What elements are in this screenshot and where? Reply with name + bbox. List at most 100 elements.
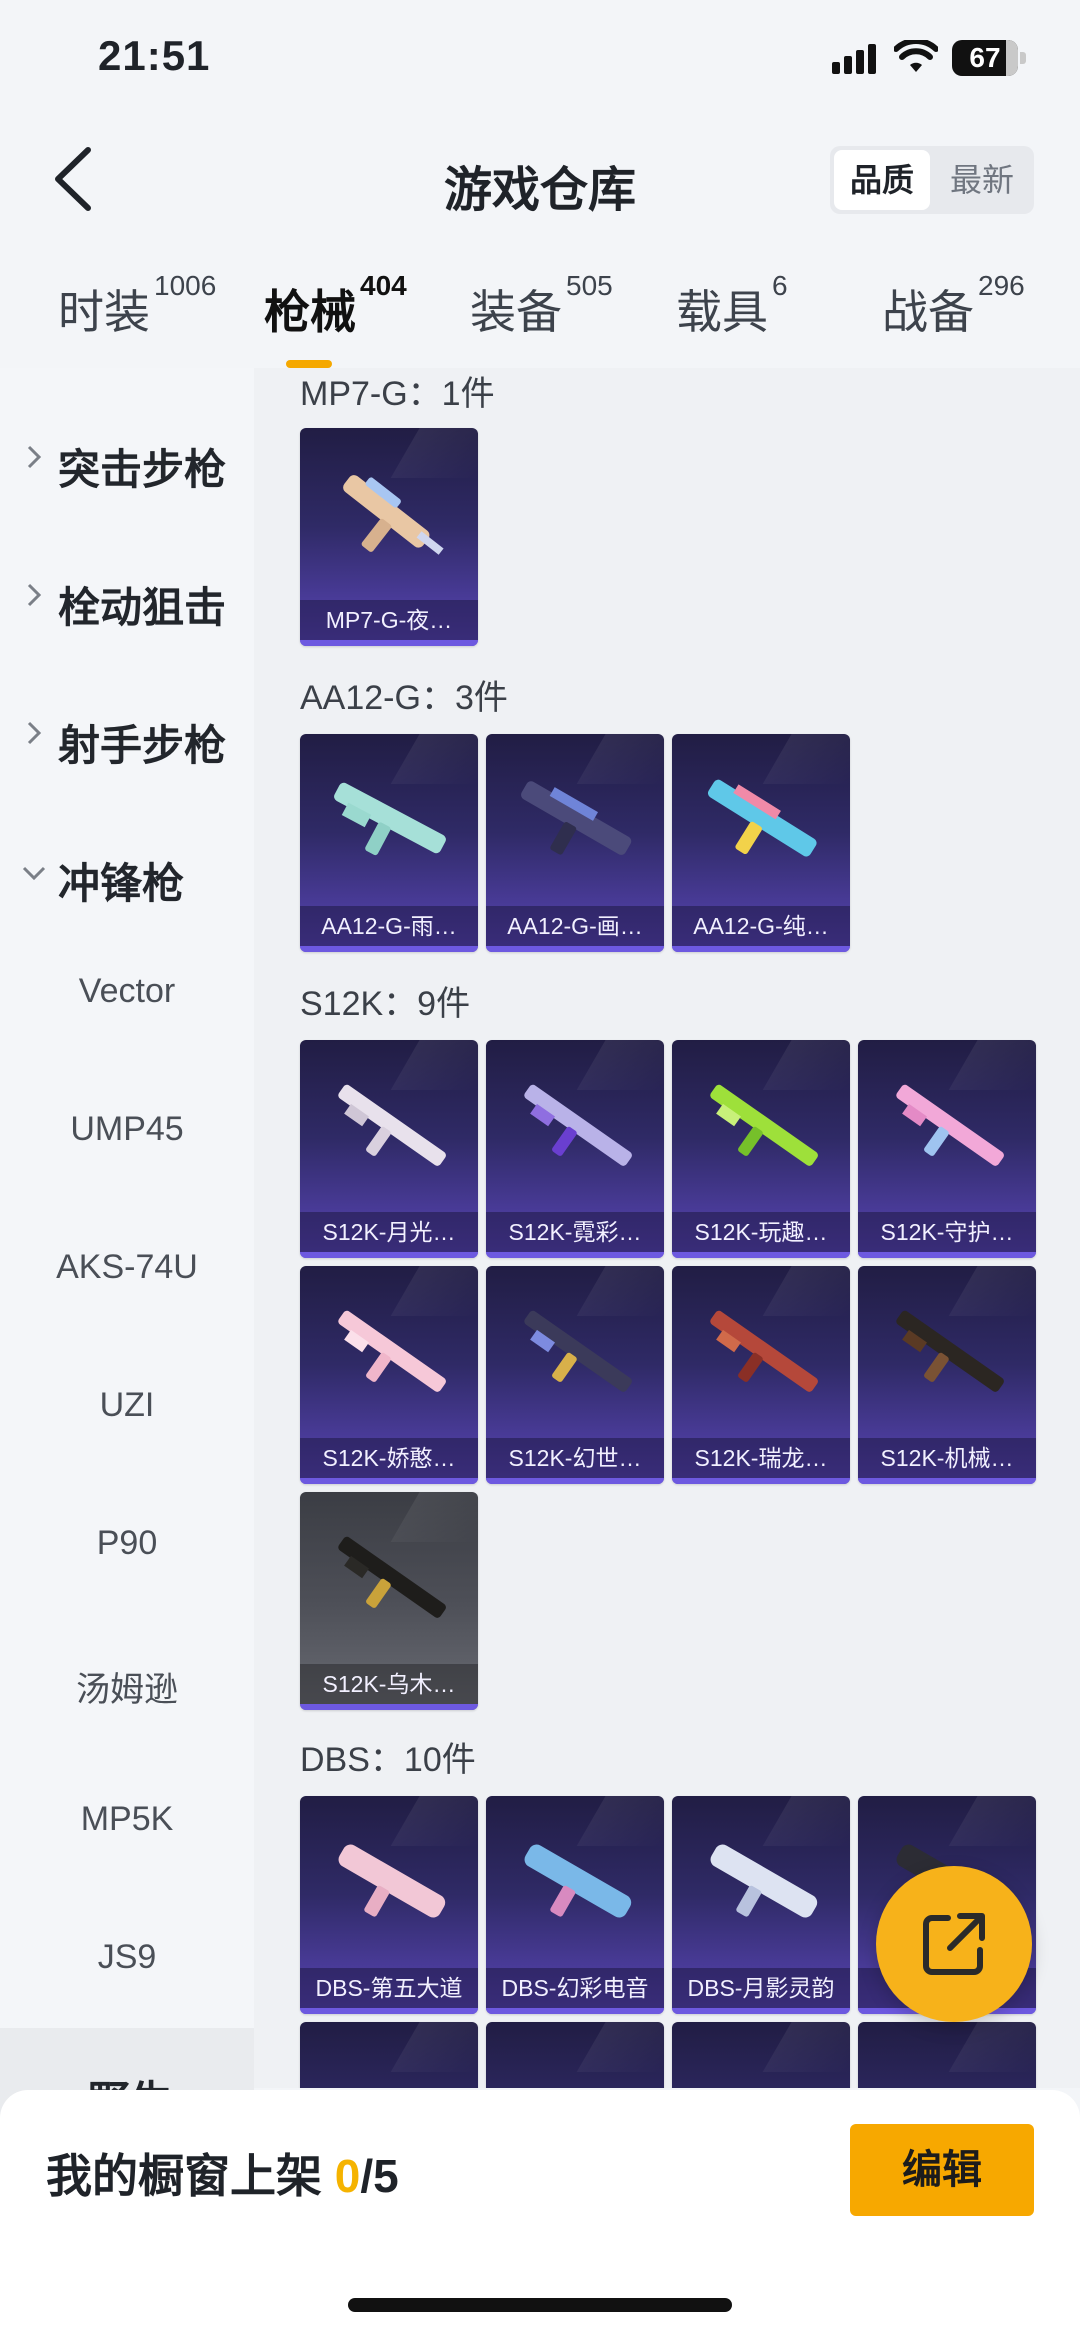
sidebar-item-label: 冲锋枪 <box>58 860 185 907</box>
tab-supplies[interactable]: 战备296 <box>882 270 1025 342</box>
weapon-grid: MP7-G：1件 MP7-G-夜… AA12-G：3件 AA12-G-雨… AA… <box>254 368 1080 2088</box>
tab-equipment[interactable]: 装备505 <box>470 270 613 342</box>
group-title: S12K：9件 <box>300 985 471 1023</box>
weapon-name: MP7-G-夜… <box>300 600 478 640</box>
sort-quality-button[interactable]: 品质 <box>834 150 930 210</box>
weapon-card[interactable]: S12K-机械… <box>858 1266 1036 1484</box>
weapon-card[interactable]: DBS-幻彩电音 <box>486 1796 664 2014</box>
weapon-card[interactable]: S12K-娇憨… <box>300 1266 478 1484</box>
weapon-category-sidebar: 突击步枪 栓动狙击 射手步枪 冲锋枪 Vector UMP45 AKS-74U … <box>0 368 254 2168</box>
weapon-card[interactable]: S12K-霓彩… <box>486 1040 664 1258</box>
weapon-card[interactable]: AA12-G-画… <box>486 734 664 952</box>
weapon-image <box>524 1310 632 1392</box>
weapon-card[interactable]: AA12-G-雨… <box>300 734 478 952</box>
sort-toggle: 品质 最新 <box>830 146 1034 214</box>
weapon-card[interactable]: MP7-G-夜… <box>300 428 478 646</box>
chevron-right-icon <box>27 445 42 469</box>
weapon-image <box>524 1084 632 1166</box>
weapon-image <box>343 475 444 555</box>
status-time: 21:51 <box>98 32 211 79</box>
weapon-card[interactable]: S12K-月光… <box>300 1040 478 1258</box>
tab-active-indicator <box>286 360 332 368</box>
sidebar-item-smg[interactable]: 冲锋枪 <box>0 822 254 922</box>
weapon-name: S12K-守护… <box>858 1212 1036 1252</box>
tab-label: 载具 <box>676 286 768 338</box>
sidebar-item-label: 突击步枪 <box>58 446 227 493</box>
weapon-card[interactable] <box>858 2022 1036 2088</box>
weapon-image <box>334 782 446 856</box>
weapon-image <box>896 1084 1004 1166</box>
tab-count: 296 <box>978 270 1025 301</box>
weapon-card[interactable]: S12K-乌木… <box>300 1492 478 1710</box>
weapon-image <box>338 1536 446 1618</box>
chevron-right-icon <box>27 721 42 745</box>
wifi-icon <box>894 40 938 72</box>
weapon-name: S12K-幻世… <box>486 1438 664 1478</box>
group-title: MP7-G：1件 <box>300 375 495 413</box>
weapon-name: S12K-玩趣… <box>672 1212 850 1252</box>
weapon-image <box>896 1310 1004 1392</box>
weapon-card[interactable]: S12K-守护… <box>858 1040 1036 1258</box>
tab-count: 1006 <box>154 270 217 301</box>
chevron-down-icon <box>22 866 46 881</box>
sidebar-item-marksman-rifle[interactable]: 射手步枪 <box>0 684 254 784</box>
weapon-image <box>710 1084 818 1166</box>
status-bar: 21:51 67 <box>0 0 1080 120</box>
weapon-name: AA12-G-雨… <box>300 906 478 946</box>
tab-guns[interactable]: 枪械404 <box>264 270 407 368</box>
category-tabs: 时装1006 枪械404 装备505 载具6 战备296 <box>0 250 1080 368</box>
sidebar-item-assault-rifle[interactable]: 突击步枪 <box>0 408 254 508</box>
sidebar-subitem-thompson[interactable]: 汤姆逊 <box>0 1662 254 1711</box>
weapon-card[interactable] <box>300 2022 478 2088</box>
edit-button[interactable]: 编辑 <box>850 2124 1034 2216</box>
weapon-card[interactable] <box>672 2022 850 2088</box>
weapon-image <box>710 1844 818 1918</box>
weapon-image <box>521 781 632 855</box>
showcase-text: 我的橱窗上架 <box>46 2150 322 2202</box>
sidebar-item-bolt-sniper[interactable]: 栓动狙击 <box>0 546 254 646</box>
sidebar-subitem-vector[interactable]: Vector <box>0 972 254 1011</box>
weapon-name: S12K-霓彩… <box>486 1212 664 1252</box>
tab-count: 505 <box>566 270 613 301</box>
weapon-card[interactable]: AA12-G-纯… <box>672 734 850 952</box>
weapon-card[interactable]: DBS-月影灵韵 <box>672 1796 850 2014</box>
weapon-image <box>707 779 817 857</box>
sidebar-subitem-js9[interactable]: JS9 <box>0 1938 254 1977</box>
showcase-label: 我的橱窗上架 0/5 <box>46 2140 399 2206</box>
sidebar-subitem-mp5k[interactable]: MP5K <box>0 1800 254 1839</box>
weapon-card[interactable]: S12K-瑞龙… <box>672 1266 850 1484</box>
weapon-name: DBS-月影灵韵 <box>672 1968 850 2008</box>
weapon-name: AA12-G-画… <box>486 906 664 946</box>
sort-latest-button[interactable]: 最新 <box>934 150 1030 210</box>
page-header: 游戏仓库 品质 最新 <box>0 120 1080 240</box>
showcase-current-count: 0 <box>334 2150 361 2202</box>
chevron-right-icon <box>27 583 42 607</box>
sidebar-subitem-aks74u[interactable]: AKS-74U <box>0 1248 254 1287</box>
weapon-card[interactable]: S12K-玩趣… <box>672 1040 850 1258</box>
weapon-card[interactable] <box>486 2022 664 2088</box>
weapon-card[interactable]: DBS-第五大道 <box>300 1796 478 2014</box>
sidebar-item-label: 射手步枪 <box>58 722 227 769</box>
weapon-name: S12K-瑞龙… <box>672 1438 850 1478</box>
group-title: DBS：10件 <box>300 1741 476 1779</box>
tab-count: 404 <box>360 270 407 301</box>
sidebar-subitem-p90[interactable]: P90 <box>0 1524 254 1563</box>
weapon-name: S12K-乌木… <box>300 1664 478 1704</box>
sidebar-item-label: 栓动狙击 <box>58 584 227 631</box>
tab-vehicles[interactable]: 载具6 <box>676 270 788 342</box>
showcase-total-count: /5 <box>360 2150 399 2202</box>
sidebar-subitem-uzi[interactable]: UZI <box>0 1386 254 1425</box>
weapon-image <box>710 1310 818 1392</box>
weapon-image <box>338 1310 446 1392</box>
share-button[interactable] <box>876 1866 1032 2022</box>
weapon-name: DBS-幻彩电音 <box>486 1968 664 2008</box>
tab-fashion[interactable]: 时装1006 <box>58 270 216 342</box>
cellular-signal-icon <box>832 44 876 74</box>
weapon-image <box>338 1844 446 1918</box>
tab-label: 时装 <box>58 286 150 338</box>
weapon-image <box>524 1844 632 1918</box>
tab-count: 6 <box>772 270 788 301</box>
tab-label: 战备 <box>882 286 974 338</box>
weapon-card[interactable]: S12K-幻世… <box>486 1266 664 1484</box>
sidebar-subitem-ump45[interactable]: UMP45 <box>0 1110 254 1149</box>
